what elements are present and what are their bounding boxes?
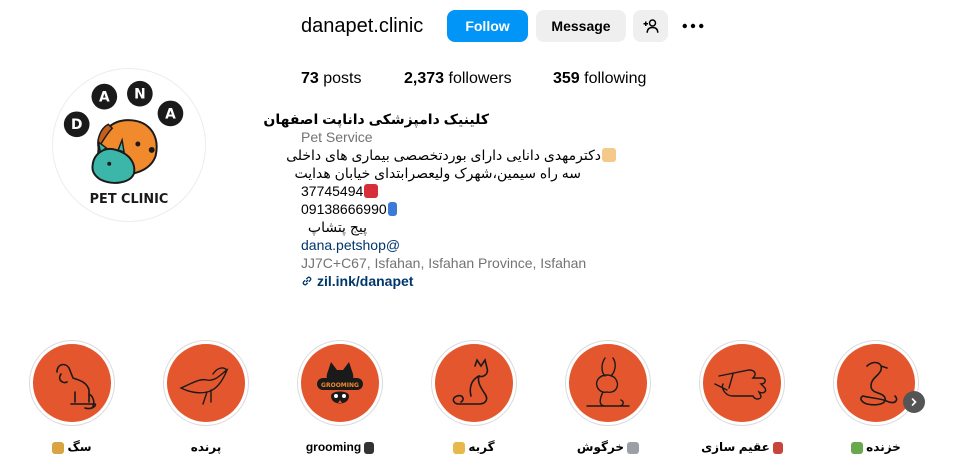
bio-line-shop: پیج پتشاپ bbox=[307, 219, 367, 235]
highlight-reptile-cover bbox=[837, 344, 915, 422]
mobile-phone-emoji-icon bbox=[387, 202, 397, 216]
suggest-accounts-button[interactable] bbox=[633, 10, 668, 42]
logo-wordmark: PET CLINIC bbox=[90, 192, 169, 207]
profile-avatar[interactable]: D A N A PET CLINIC bbox=[52, 68, 206, 222]
highlight-rabbit[interactable]: خرگوش bbox=[564, 340, 652, 455]
highlight-dog-cover bbox=[33, 344, 111, 422]
highlight-dog[interactable]: سگ bbox=[28, 340, 116, 455]
svg-text:A: A bbox=[99, 90, 110, 106]
svg-text:D: D bbox=[71, 117, 82, 133]
highlight-neutering-cover bbox=[703, 344, 781, 422]
highlight-label: خزنده bbox=[866, 440, 901, 454]
more-horizontal-icon bbox=[682, 23, 704, 29]
cat-emoji-icon bbox=[453, 441, 466, 454]
telephone-emoji-icon bbox=[364, 184, 379, 198]
highlight-neutering[interactable]: عقیم سازی bbox=[698, 340, 786, 455]
message-button[interactable]: Message bbox=[536, 10, 626, 42]
highlight-bird[interactable]: پرنده bbox=[162, 340, 250, 455]
svg-text:A: A bbox=[165, 106, 176, 122]
highlight-label: پرنده bbox=[190, 440, 222, 454]
chevron-right-icon bbox=[911, 398, 917, 406]
highlight-grooming[interactable]: GROOMING grooming bbox=[296, 340, 384, 455]
bio-line-phone2: 09138666990 bbox=[301, 200, 661, 218]
doctor-emoji-icon bbox=[602, 148, 616, 162]
highlights-next-button[interactable] bbox=[903, 391, 925, 413]
business-address[interactable]: JJ7C+C67, Isfahan, Isfahan Province, Isf… bbox=[301, 254, 661, 272]
turtle-emoji-icon bbox=[851, 441, 864, 454]
highlight-label: سگ bbox=[67, 440, 92, 454]
dana-pet-clinic-logo: D A N A PET CLINIC bbox=[53, 69, 205, 221]
followers-link[interactable]: 2,373 followers bbox=[404, 68, 512, 90]
bio-line-address: سه راه سیمین،شهرک ولیعصرابتدای خیابان هد… bbox=[294, 165, 582, 181]
shop-handle-link[interactable]: dana.petshop@ bbox=[301, 236, 661, 254]
follow-button[interactable]: Follow bbox=[447, 10, 528, 42]
following-link[interactable]: 359 following bbox=[553, 68, 646, 90]
profile-category: Pet Service bbox=[301, 129, 373, 145]
highlight-cat[interactable]: گربه bbox=[430, 340, 518, 455]
person-add-icon bbox=[643, 19, 658, 33]
bio-line-doctor: دکترمهدی دانایی دارای بوردتخصصی بیماری ه… bbox=[286, 146, 617, 164]
bio-line-phone1: 37745494 bbox=[301, 182, 661, 200]
profile-full-name: کلینیک دامپزشکی داناپت اصفهان bbox=[263, 111, 489, 127]
highlight-label: عقیم سازی bbox=[701, 440, 770, 454]
svg-text:GROOMING: GROOMING bbox=[321, 382, 359, 389]
scissors-icon bbox=[364, 441, 375, 454]
rabbit-emoji-icon bbox=[627, 441, 640, 454]
highlight-bird-cover bbox=[167, 344, 245, 422]
more-options-button[interactable] bbox=[678, 14, 708, 38]
link-icon bbox=[302, 276, 312, 286]
highlight-label: grooming bbox=[305, 440, 362, 454]
highlight-label: خرگوش bbox=[576, 440, 625, 454]
dog-emoji-icon bbox=[52, 441, 65, 454]
profile-bio: کلینیک دامپزشکی داناپت اصفهان Pet Servic… bbox=[263, 110, 661, 290]
syringe-icon bbox=[772, 441, 783, 454]
highlight-cat-cover bbox=[435, 344, 513, 422]
highlight-grooming-cover: GROOMING bbox=[301, 344, 379, 422]
highlight-label: گربه bbox=[468, 440, 495, 454]
external-link[interactable]: zil.ink/danapet bbox=[301, 272, 661, 290]
posts-count: 73 posts bbox=[301, 70, 362, 87]
profile-username: danapet.clinic bbox=[301, 15, 424, 37]
highlight-rabbit-cover bbox=[569, 344, 647, 422]
svg-text:N: N bbox=[134, 87, 146, 103]
